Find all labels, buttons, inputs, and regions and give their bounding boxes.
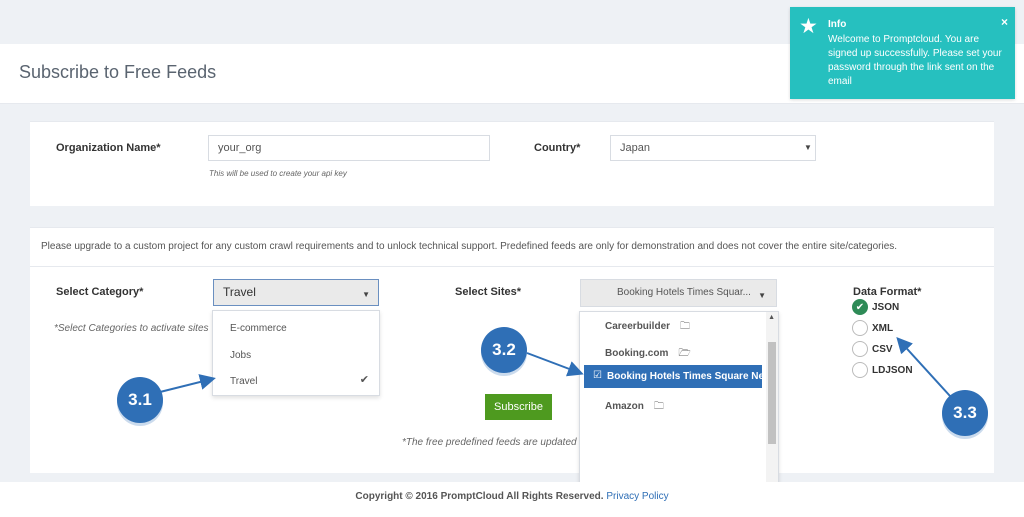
page-title: Subscribe to Free Feeds bbox=[19, 62, 217, 82]
radio-ldjson-label: LDJSON bbox=[872, 365, 913, 376]
caret-down-icon: ▼ bbox=[758, 291, 766, 300]
radio-json-label: JSON bbox=[872, 302, 900, 313]
scrollbar-thumb[interactable] bbox=[768, 342, 776, 444]
site-label: Amazon bbox=[605, 401, 644, 412]
site-option-careerbuilder[interactable]: Careerbuilder 🗀 bbox=[605, 319, 690, 336]
sites-label: Select Sites* bbox=[455, 286, 522, 298]
sites-select[interactable]: Booking Hotels Times Squar... ▼ bbox=[580, 279, 777, 307]
country-value: Japan bbox=[620, 142, 650, 154]
site-option-booking-hotels-selected[interactable]: ☑ Booking Hotels Times Square New bbox=[584, 365, 762, 388]
scroll-up-icon[interactable]: ▲ bbox=[768, 314, 775, 321]
caret-down-icon: ▼ bbox=[362, 290, 370, 299]
close-icon[interactable]: × bbox=[1001, 15, 1008, 29]
footer: Copyright © 2016 PromptCloud All Rights … bbox=[0, 482, 1024, 517]
org-name-hint: This will be used to create your api key bbox=[209, 169, 347, 178]
category-option-travel[interactable]: Travel bbox=[230, 376, 257, 387]
country-select[interactable]: Japan bbox=[610, 135, 816, 161]
sites-dropdown: Careerbuilder 🗀 Booking.com 🗁 ☑ Booking Ho… bbox=[579, 311, 779, 486]
toast-title: Info bbox=[828, 19, 847, 30]
category-option-jobs[interactable]: Jobs bbox=[230, 350, 251, 361]
site-option-amazon[interactable]: Amazon 🗀 bbox=[605, 399, 664, 416]
data-format-label: Data Format* bbox=[853, 286, 922, 298]
radio-xml[interactable] bbox=[852, 320, 868, 336]
category-option-ecommerce[interactable]: E-commerce bbox=[230, 323, 287, 334]
org-name-label: Organization Name* bbox=[56, 142, 161, 154]
chevron-down-icon: ▼ bbox=[804, 143, 812, 152]
category-value: Travel bbox=[223, 285, 256, 299]
category-dropdown: E-commerce Jobs Travel ✔ bbox=[212, 310, 380, 396]
radio-csv-label: CSV bbox=[872, 344, 893, 355]
radio-ldjson[interactable] bbox=[852, 362, 868, 378]
checkbox-checked-icon: ☑ bbox=[593, 370, 602, 381]
country-label: Country* bbox=[534, 142, 581, 154]
subscribe-button[interactable]: Subscribe bbox=[485, 394, 552, 420]
category-select[interactable]: Travel ▼ bbox=[213, 279, 379, 306]
free-feeds-note: *The free predefined feeds are updated bbox=[402, 437, 577, 448]
org-name-input[interactable] bbox=[208, 135, 490, 161]
check-icon: ✔ bbox=[855, 302, 865, 313]
site-label: Booking.com bbox=[605, 348, 669, 359]
category-label: Select Category* bbox=[56, 286, 144, 298]
annotation-badge-3-3: 3.3 bbox=[942, 390, 988, 436]
folder-open-icon: 🗁 bbox=[678, 348, 691, 359]
scrollbar[interactable]: ▲ bbox=[766, 312, 778, 485]
radio-csv[interactable] bbox=[852, 341, 868, 357]
privacy-policy-link[interactable]: Privacy Policy bbox=[606, 491, 668, 502]
site-label: Careerbuilder bbox=[605, 321, 671, 332]
folder-icon: 🗀 bbox=[653, 401, 664, 412]
site-label: Booking Hotels Times Square New bbox=[607, 371, 762, 382]
divider bbox=[30, 266, 994, 267]
radio-xml-label: XML bbox=[872, 323, 894, 334]
upgrade-notice: Please upgrade to a custom project for a… bbox=[41, 241, 898, 252]
annotation-badge-3-2: 3.2 bbox=[481, 327, 527, 373]
org-card: Organization Name* This will be used to … bbox=[30, 121, 994, 206]
folder-icon: 🗀 bbox=[680, 321, 691, 332]
info-toast: ★ Info Welcome to Promptcloud. You are s… bbox=[790, 7, 1015, 99]
site-option-booking[interactable]: Booking.com 🗁 bbox=[605, 346, 691, 363]
annotation-badge-3-1: 3.1 bbox=[117, 377, 163, 423]
checkmark-icon: ✔ bbox=[359, 374, 369, 386]
sites-value: Booking Hotels Times Squar... bbox=[617, 287, 751, 298]
star-icon: ★ bbox=[799, 15, 818, 38]
radio-json[interactable]: ✔ bbox=[852, 299, 868, 315]
toast-message: Welcome to Promptcloud. You are signed u… bbox=[828, 34, 1002, 87]
category-hint: *Select Categories to activate sites bbox=[54, 323, 209, 334]
copyright-text: Copyright © 2016 PromptCloud All Rights … bbox=[355, 491, 604, 502]
